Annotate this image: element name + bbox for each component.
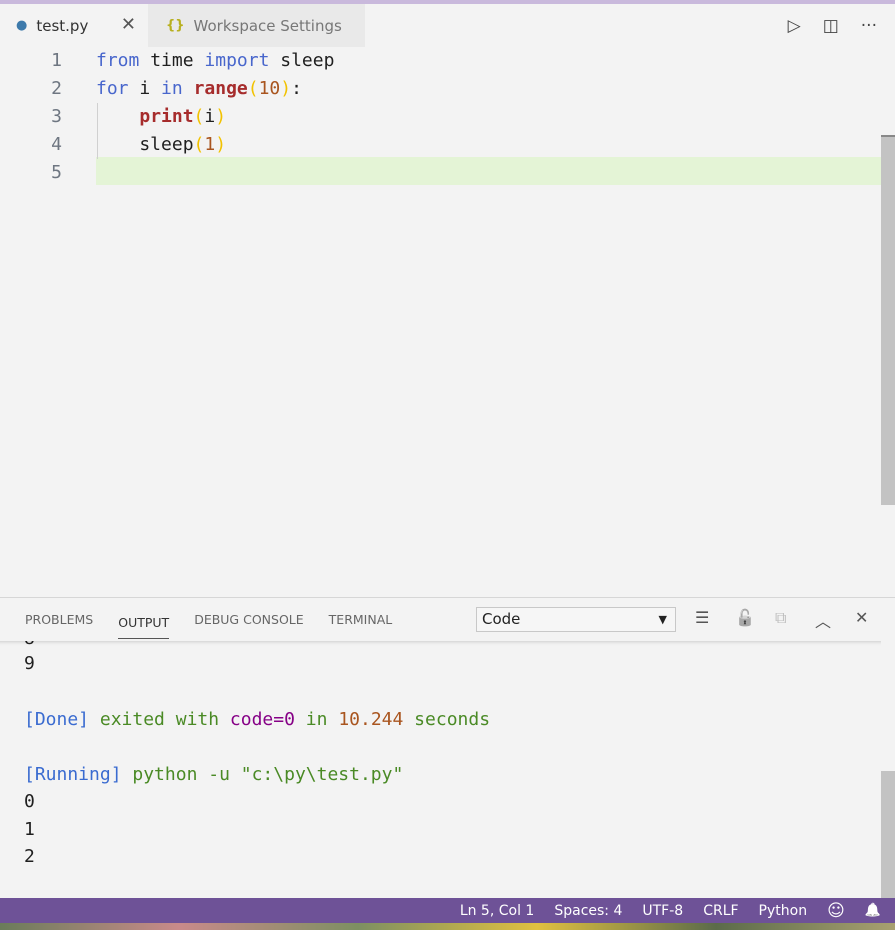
output-line: 9	[24, 653, 35, 674]
status-bar: Ln 5, Col 1 Spaces: 4 UTF-8 CRLF Python …	[0, 898, 895, 923]
output-line: 1	[24, 819, 35, 840]
panel-tab-debug-console[interactable]: DEBUG CONSOLE	[194, 598, 303, 641]
code-token: (	[193, 106, 205, 127]
code-line[interactable]: 5	[0, 159, 881, 187]
code-token: (	[247, 78, 259, 99]
code-token: 1	[204, 134, 216, 155]
code-line[interactable]: 3 print(i)	[0, 103, 881, 131]
code-token: sleep	[96, 134, 194, 155]
code-token: (	[193, 134, 205, 155]
tab-label: test.py	[36, 16, 89, 35]
code-line[interactable]: 2 for i in range(10):	[0, 75, 881, 103]
code-text: print(i)	[96, 103, 226, 131]
line-ending[interactable]: CRLF	[703, 903, 738, 919]
more-actions-icon[interactable]: ···	[861, 16, 877, 36]
braces-icon: {}	[166, 18, 185, 33]
code-line[interactable]: 1 from time import sleep	[0, 47, 881, 75]
editor-scrollbar[interactable]	[881, 47, 895, 597]
line-number: 1	[51, 50, 62, 71]
code-token: i	[204, 106, 216, 127]
code-token: range	[193, 78, 248, 99]
copy-icon[interactable]: ⧉	[775, 608, 815, 632]
text: seconds	[403, 709, 491, 730]
code-token: in	[161, 78, 183, 99]
code-token: :	[291, 78, 302, 99]
run-icon[interactable]: ▷	[788, 16, 801, 36]
select-value: Code	[482, 610, 521, 628]
panel-tab-output[interactable]: OUTPUT	[118, 601, 170, 639]
panel-tab-terminal[interactable]: TERMINAL	[329, 598, 393, 641]
code-token: import	[204, 50, 270, 71]
exit-code: code=0	[229, 709, 295, 730]
code-text: for i in range(10):	[96, 75, 302, 103]
running-tag: [Running]	[24, 764, 122, 785]
desktop-wallpaper-strip	[0, 923, 895, 930]
indentation[interactable]: Spaces: 4	[554, 903, 622, 919]
code-token: )	[215, 134, 227, 155]
code-editor[interactable]: 1 from time import sleep 2 for i in range(1…	[0, 47, 895, 597]
scrollbar-thumb[interactable]	[881, 771, 895, 899]
cursor-marker	[881, 135, 895, 137]
done-tag: [Done]	[24, 709, 90, 730]
feedback-icon[interactable]: ☺	[827, 901, 845, 921]
panel-tab-problems[interactable]: PROBLEMS	[25, 598, 93, 641]
text: exited with	[89, 709, 230, 730]
tab-label: Workspace Settings	[193, 16, 342, 35]
line-number: 3	[51, 106, 62, 127]
output-scrollbar[interactable]	[881, 641, 895, 899]
code-token: print	[139, 106, 194, 127]
line-number: 4	[51, 134, 62, 155]
command: python -u "c:\py\test.py"	[121, 764, 404, 785]
text: in	[294, 709, 339, 730]
lock-icon[interactable]: 🔓	[735, 608, 775, 632]
close-panel-icon[interactable]: ✕	[855, 608, 895, 632]
code-token: for	[96, 78, 129, 99]
cursor-position[interactable]: Ln 5, Col 1	[460, 903, 535, 919]
bottom-panel: PROBLEMS OUTPUT DEBUG CONSOLE TERMINAL C…	[0, 597, 895, 899]
chevron-down-icon: ▼	[658, 613, 667, 626]
scrollbar-thumb[interactable]	[881, 135, 895, 505]
code-token: )	[215, 106, 227, 127]
code-token: 10	[258, 78, 281, 99]
close-icon[interactable]: ✕	[121, 14, 136, 35]
language-mode[interactable]: Python	[759, 903, 808, 919]
code-token: from	[96, 50, 140, 71]
duration: 10.244	[338, 709, 404, 730]
line-number: 5	[51, 162, 62, 183]
output-view[interactable]: 8 9 [Done] exited with code=0 in 10.244 …	[0, 641, 881, 899]
output-done-line: [Done] exited with code=0 in 10.244 seco…	[24, 706, 490, 733]
code-token: sleep	[269, 50, 335, 71]
output-line: 0	[24, 791, 35, 812]
output-running-line: [Running] python -u "c:\py\test.py"	[24, 761, 403, 788]
maximize-panel-icon[interactable]: ︿	[815, 608, 855, 632]
encoding[interactable]: UTF-8	[642, 903, 683, 919]
bell-icon[interactable]: 🔔	[865, 903, 881, 918]
code-line[interactable]: 4 sleep(1)	[0, 131, 881, 159]
line-number: 2	[51, 78, 62, 99]
code-token: )	[280, 78, 292, 99]
python-icon: ●	[16, 18, 28, 33]
output-channel-select[interactable]: Code ▼	[476, 607, 676, 632]
tab-workspace-settings[interactable]: {} Workspace Settings	[148, 4, 365, 47]
code-text: sleep(1)	[96, 131, 226, 159]
output-line: 2	[24, 846, 35, 867]
clear-output-icon[interactable]: ☰	[695, 608, 735, 632]
code-token: time	[139, 50, 205, 71]
tab-test-py[interactable]: ● test.py ✕	[0, 4, 148, 47]
code-text: from time import sleep	[96, 47, 334, 75]
split-editor-icon[interactable]: ◫	[823, 16, 839, 36]
editor-tab-bar: ● test.py ✕ {} Workspace Settings ▷ ◫ ··…	[0, 4, 895, 47]
code-token: i	[128, 78, 162, 99]
